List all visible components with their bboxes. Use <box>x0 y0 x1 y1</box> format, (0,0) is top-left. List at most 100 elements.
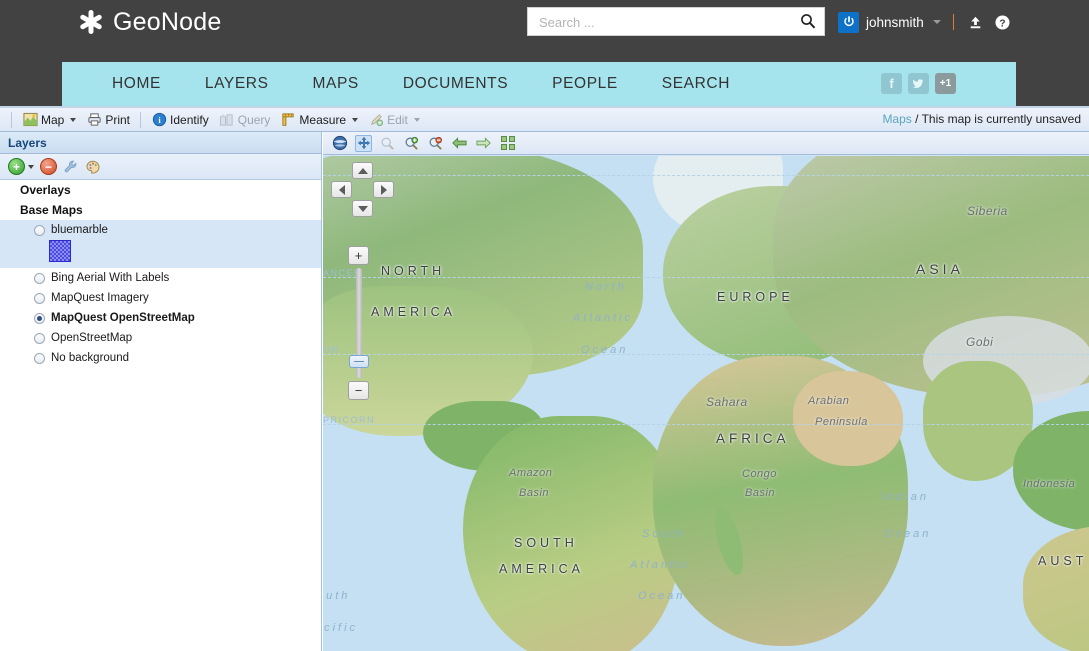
layer-label: No background <box>51 352 129 364</box>
layers-panel-toolbar: + − <box>0 154 321 180</box>
chevron-down-icon[interactable] <box>932 20 941 24</box>
svg-text:?: ? <box>1000 18 1006 29</box>
layer-legend-bluemarble <box>0 240 321 268</box>
twitter-icon[interactable] <box>908 73 929 94</box>
forward-arrow-icon[interactable] <box>475 135 492 152</box>
nav-item-home[interactable]: HOME <box>90 62 183 106</box>
upload-icon[interactable] <box>966 12 986 32</box>
user-menu[interactable]: johnsmith ? <box>838 10 1013 34</box>
chevron-down-icon[interactable] <box>28 164 34 169</box>
pan-down-button[interactable] <box>352 200 373 217</box>
layer-radio[interactable] <box>34 292 45 304</box>
query-icon <box>219 112 235 128</box>
print-button[interactable]: Print <box>81 110 135 129</box>
map-zoom-control: + − <box>331 162 394 400</box>
pan-up-button[interactable] <box>352 162 373 179</box>
layer-radio[interactable] <box>34 272 45 284</box>
pan-left-button[interactable] <box>331 181 352 198</box>
maps-breadcrumb-link[interactable]: Maps <box>882 112 911 126</box>
brand-name: GeoNode <box>113 7 222 36</box>
main-nav-bar: HOME LAYERS MAPS DOCUMENTS PEOPLE SEARCH… <box>0 62 1089 108</box>
pan-icon[interactable] <box>355 134 372 152</box>
layer-item-openstreetmap[interactable]: OpenStreetMap <box>0 328 321 348</box>
query-button[interactable]: Query <box>214 110 276 129</box>
print-button-label: Print <box>105 112 131 127</box>
layer-radio[interactable] <box>34 352 45 364</box>
checkered-swatch-icon <box>49 240 71 262</box>
layer-radio-selected[interactable] <box>34 312 45 324</box>
search-input[interactable] <box>537 8 791 37</box>
zoom-in-button[interactable]: + <box>348 246 369 265</box>
measure-button[interactable]: Measure <box>275 110 363 129</box>
ruler-icon <box>280 112 296 128</box>
geonode-asterisk-logo-icon <box>78 7 104 37</box>
layer-label: Bing Aerial With Labels <box>51 272 170 284</box>
map-button[interactable]: Map <box>17 110 81 129</box>
remove-layer-icon[interactable]: − <box>40 158 57 175</box>
layer-group-overlays[interactable]: Overlays <box>0 180 321 200</box>
layers-panel-title: Layers <box>0 132 321 154</box>
toolbar-separator <box>11 111 12 128</box>
latitude-line-equator <box>323 354 1089 355</box>
layer-item-mapquest-imagery[interactable]: MapQuest Imagery <box>0 288 321 308</box>
map-canvas[interactable]: ANCER OR PRICORN NORTH AMERICA SOUTH AME… <box>323 156 1089 651</box>
zoom-out-icon[interactable] <box>427 135 444 152</box>
chevron-down-icon[interactable] <box>70 117 77 122</box>
layer-item-bing-aerial-with-labels[interactable]: Bing Aerial With Labels <box>0 268 321 288</box>
zoom-icon[interactable] <box>379 135 396 152</box>
add-layer-icon[interactable]: + <box>8 158 34 175</box>
header-divider <box>952 14 954 30</box>
palette-icon[interactable] <box>85 159 101 175</box>
edit-button[interactable]: Edit <box>363 110 425 129</box>
facebook-icon[interactable]: f <box>881 73 902 94</box>
nav-item-layers[interactable]: LAYERS <box>183 62 291 106</box>
zoom-slider[interactable]: + − <box>348 246 369 400</box>
layer-group-basemaps[interactable]: Base Maps <box>0 200 321 220</box>
zoom-slider-handle[interactable] <box>348 355 369 368</box>
landmass-south-america <box>463 416 678 651</box>
layer-item-bluemarble[interactable]: bluemarble <box>0 220 321 240</box>
site-logo[interactable]: GeoNode <box>78 7 221 37</box>
layers-tree: Overlays Base Maps bluemarble Bing Aeria… <box>0 180 321 368</box>
zoom-out-button[interactable]: − <box>348 381 369 400</box>
search-icon[interactable] <box>800 13 818 31</box>
latitude-line-capricorn <box>323 424 1089 425</box>
chevron-down-icon[interactable] <box>352 117 359 122</box>
info-icon: i <box>151 112 167 128</box>
pan-control <box>331 162 394 217</box>
help-question-icon[interactable]: ? <box>993 12 1013 32</box>
layer-item-mapquest-openstreetmap[interactable]: MapQuest OpenStreetMap <box>0 308 321 328</box>
google-plus-icon[interactable]: +1 <box>935 73 956 94</box>
search-box[interactable] <box>527 7 825 37</box>
toolbar-separator <box>140 111 142 128</box>
identify-button[interactable]: i Identify <box>146 110 214 129</box>
wrench-icon[interactable] <box>63 159 79 175</box>
layer-radio[interactable] <box>34 332 45 344</box>
pan-right-button[interactable] <box>373 181 394 198</box>
arrow-right-icon <box>380 184 387 195</box>
remove-layer-glyph: − <box>40 158 57 175</box>
latitude-label-capricorn: PRICORN <box>323 415 376 425</box>
globe-icon[interactable] <box>331 135 348 152</box>
zoom-slider-track[interactable] <box>348 268 369 378</box>
chevron-down-icon[interactable] <box>413 117 420 122</box>
layer-label: OpenStreetMap <box>51 332 133 344</box>
site-header: GeoNode johnsmith ? <box>0 0 1089 62</box>
nav-item-people[interactable]: PEOPLE <box>530 62 640 106</box>
nav-item-documents[interactable]: DOCUMENTS <box>381 62 530 106</box>
nav-item-search[interactable]: SEARCH <box>640 62 752 106</box>
edit-button-label: Edit <box>387 112 408 127</box>
nav-item-maps[interactable]: MAPS <box>291 62 381 106</box>
layer-label: MapQuest Imagery <box>51 292 149 304</box>
back-arrow-icon[interactable] <box>451 135 468 152</box>
map-icon <box>22 112 38 128</box>
measure-button-label: Measure <box>299 112 347 127</box>
layer-item-no-background[interactable]: No background <box>0 348 321 368</box>
geonode-map-app: GeoNode johnsmith ? HOME <box>0 0 1089 651</box>
zoom-to-extent-icon[interactable] <box>499 135 516 152</box>
layer-label: bluemarble <box>51 224 108 236</box>
arrow-up-icon <box>357 167 368 174</box>
layers-panel: Layers + − Overlays Base Maps bluemarble <box>0 132 322 651</box>
layer-radio[interactable] <box>34 224 45 236</box>
zoom-in-icon[interactable] <box>403 135 420 152</box>
